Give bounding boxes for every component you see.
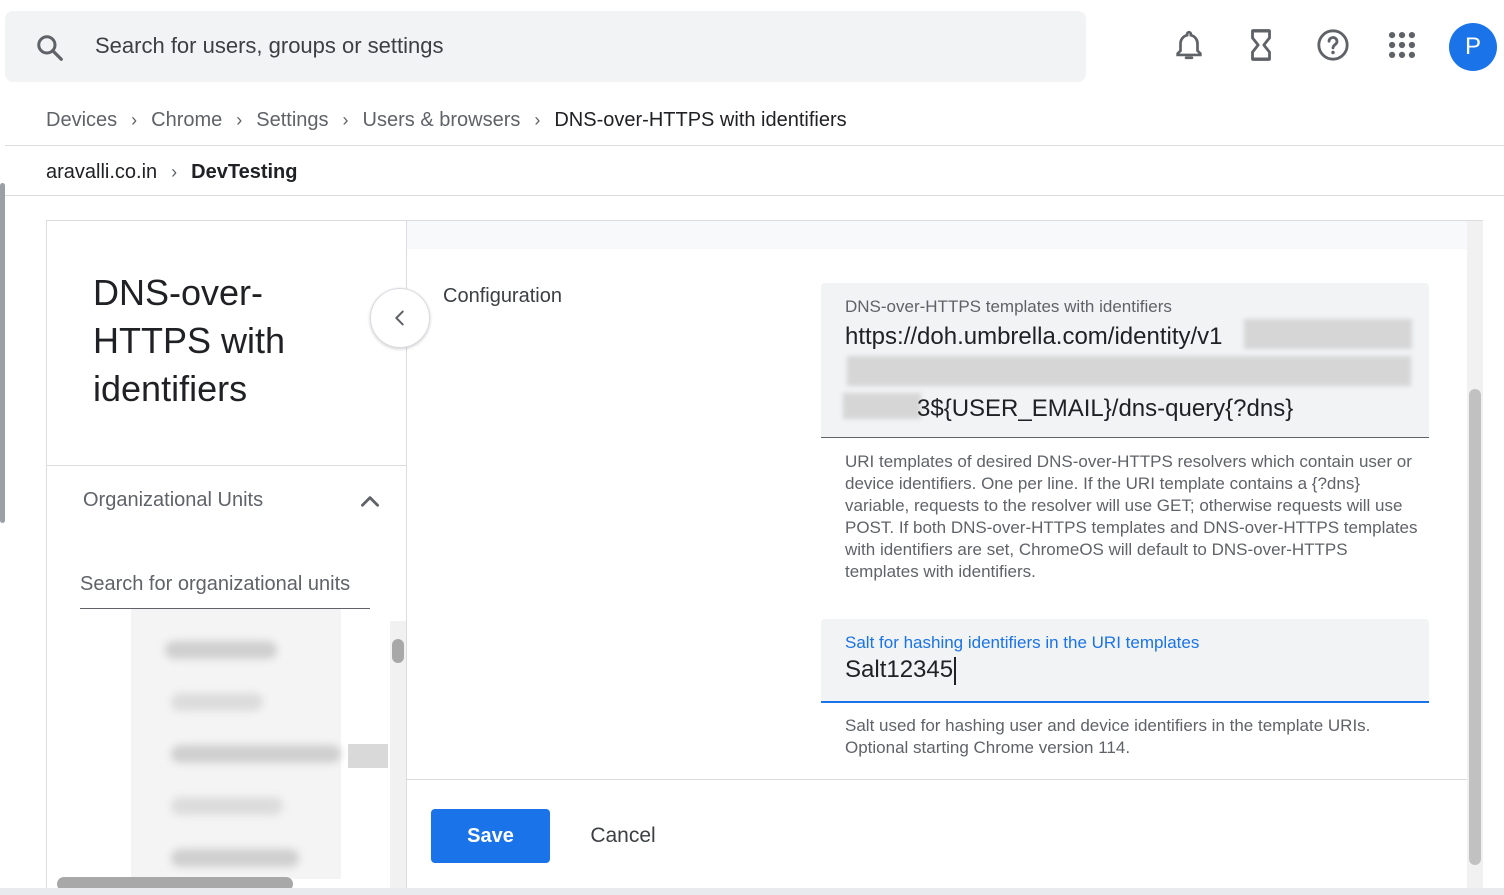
window-bottom-edge <box>0 888 1504 895</box>
account-avatar[interactable]: P <box>1449 23 1497 71</box>
side-drawer-edge <box>0 183 5 523</box>
redacted-block <box>847 356 1411 386</box>
salt-help: Salt used for hashing user and device id… <box>845 716 1371 757</box>
top-bar: Search for users, groups or settings P <box>0 0 1504 92</box>
panel-vertical-scrollbar[interactable] <box>1467 221 1483 895</box>
breadcrumb-devices[interactable]: Devices <box>46 109 117 132</box>
redacted-block <box>1244 319 1412 349</box>
org-unit-search-input[interactable]: Search for organizational units <box>80 573 370 609</box>
org-root-link[interactable]: aravalli.co.in <box>46 161 157 184</box>
divider <box>5 145 1504 146</box>
scrollbar-thumb[interactable] <box>392 639 404 663</box>
redacted-block <box>348 744 388 768</box>
policy-title: DNS-over-HTTPS with identifiers <box>93 272 286 409</box>
list-item[interactable] <box>171 693 263 711</box>
apps-grid-icon[interactable] <box>1385 28 1419 62</box>
hourglass-icon[interactable] <box>1244 28 1278 62</box>
chevron-right-icon: › <box>171 161 178 182</box>
notifications-icon[interactable] <box>1172 28 1206 62</box>
divider <box>407 779 1467 780</box>
chevron-right-icon: › <box>534 109 541 130</box>
settings-panel: Configuration DNS-over-HTTPS templates w… <box>407 220 1483 895</box>
chevron-right-icon: › <box>131 109 138 130</box>
salt-input[interactable]: Salt12345 <box>845 656 957 685</box>
chevron-right-icon: › <box>236 109 243 130</box>
panel-header-band <box>407 221 1467 249</box>
list-item[interactable] <box>171 797 283 815</box>
current-org-unit: DevTesting <box>191 160 298 183</box>
text-cursor <box>954 656 957 685</box>
salt-field[interactable]: Salt for hashing identifiers in the URI … <box>821 619 1429 703</box>
doh-templates-label: DNS-over-HTTPS templates with identifier… <box>845 297 1172 316</box>
scrollbar-thumb[interactable] <box>1469 389 1481 865</box>
org-units-heading: Organizational Units <box>83 489 264 511</box>
divider <box>5 195 1504 196</box>
list-item[interactable] <box>171 745 341 763</box>
breadcrumb-current: DNS-over-HTTPS with identifiers <box>554 108 847 131</box>
chevron-right-icon: › <box>342 109 349 130</box>
help-icon[interactable] <box>1316 28 1350 62</box>
tree-vertical-scrollbar[interactable] <box>390 621 406 895</box>
configuration-label: Configuration <box>443 285 562 307</box>
doh-templates-help: URI templates of desired DNS-over-HTTPS … <box>845 452 1418 581</box>
breadcrumb-chrome[interactable]: Chrome <box>151 109 222 132</box>
doh-templates-field[interactable]: DNS-over-HTTPS templates with identifier… <box>821 283 1429 438</box>
chevron-up-icon[interactable] <box>357 489 383 515</box>
breadcrumb-users-browsers[interactable]: Users & browsers <box>363 109 521 132</box>
list-item[interactable] <box>171 849 299 867</box>
search-input[interactable]: Search for users, groups or settings <box>95 33 444 59</box>
org-unit-tree-redacted <box>131 609 341 879</box>
breadcrumb-settings[interactable]: Settings <box>256 109 328 132</box>
doh-template-line-3: 3${USER_EMAIL}/dns-query{?dns} <box>917 395 1294 422</box>
org-unit-path: aravalli.co.in › DevTesting <box>46 158 298 186</box>
breadcrumb: Devices › Chrome › Settings › Users & br… <box>46 106 847 134</box>
search-icon <box>37 35 63 61</box>
divider <box>47 465 406 466</box>
org-unit-panel: DNS-over-HTTPS with identifiers Organiza… <box>46 220 407 895</box>
cancel-button[interactable]: Cancel <box>577 809 669 863</box>
list-item[interactable] <box>165 641 277 659</box>
salt-label: Salt for hashing identifiers in the URI … <box>845 633 1200 652</box>
redacted-block <box>843 393 921 419</box>
save-button[interactable]: Save <box>431 809 550 863</box>
global-search-bar[interactable]: Search for users, groups or settings <box>5 11 1086 82</box>
salt-value: Salt12345 <box>845 656 954 683</box>
doh-template-line-1: https://doh.umbrella.com/identity/v1 <box>845 323 1223 350</box>
